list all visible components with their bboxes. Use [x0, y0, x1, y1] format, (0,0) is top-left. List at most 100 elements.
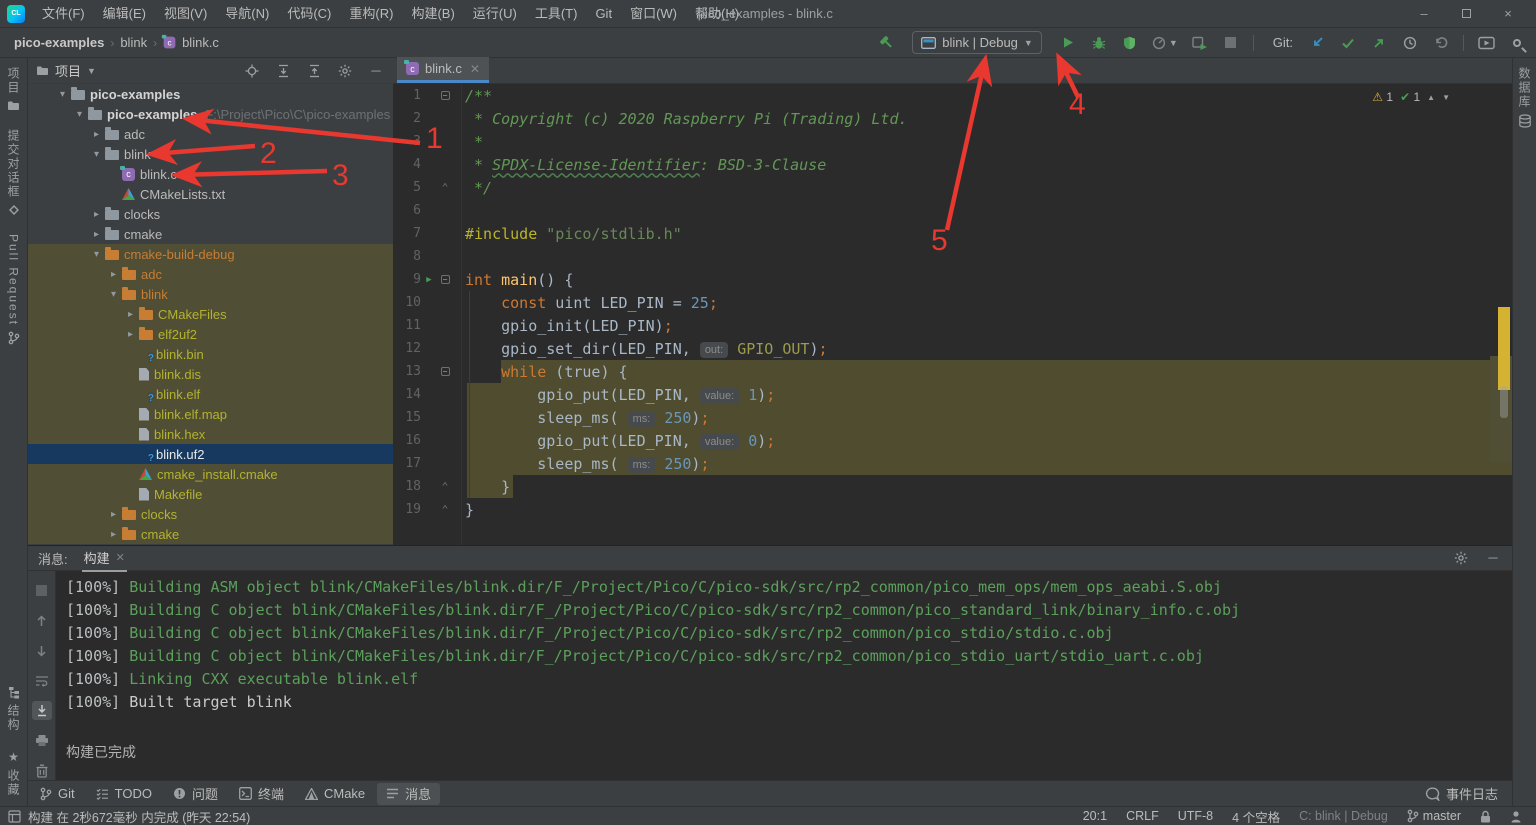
code-line-15[interactable]: 15 sleep_ms( ms: 250); [393, 406, 1512, 429]
chevron-right-icon[interactable]: ▸ [122, 309, 139, 320]
code-line-14[interactable]: 14 gpio_put(LED_PIN, value: 1); [393, 383, 1512, 406]
chevron-right-icon[interactable]: ▸ [122, 329, 139, 340]
code-line-10[interactable]: 10 const uint LED_PIN = 25; [393, 291, 1512, 314]
tab-blink-c[interactable]: c blink.c ✕ [397, 57, 489, 83]
fold-end-icon[interactable]: ⌃ [437, 181, 453, 194]
fold-start-icon[interactable]: − [437, 275, 453, 285]
tree-item-blink.dis[interactable]: blink.dis [28, 364, 393, 384]
code-line-3[interactable]: 3 * [393, 130, 1512, 153]
code-line-9[interactable]: 9▶−int main() { [393, 268, 1512, 291]
fold-start-icon[interactable]: − [437, 91, 453, 101]
run-line-icon[interactable]: ▶ [421, 275, 437, 285]
chevron-right-icon[interactable]: ▸ [88, 209, 105, 220]
menu-item-0[interactable]: 文件(F) [33, 0, 94, 28]
menu-item-6[interactable]: 构建(B) [402, 0, 463, 28]
next-message-button[interactable] [32, 641, 52, 660]
tree-item-elf2uf2[interactable]: ▸elf2uf2 [28, 324, 393, 344]
tree-item-pico-examples[interactable]: ▾pico-examplesF:\Project\Pico\C\pico-exa… [28, 104, 393, 124]
tree-item-CMakeLists.txt[interactable]: CMakeLists.txt [28, 184, 393, 204]
run-button[interactable] [1059, 32, 1077, 54]
status-item-master[interactable]: master [1407, 809, 1461, 823]
prev-message-button[interactable] [32, 611, 52, 630]
stripe-item-Pull Request[interactable]: Pull Request [7, 225, 21, 354]
menu-item-4[interactable]: 代码(C) [278, 0, 340, 28]
tree-item-clocks[interactable]: ▸clocks [28, 504, 393, 524]
hide-build-panel-button[interactable]: ─ [1484, 547, 1502, 569]
tree-item-blink.bin[interactable]: ?blink.bin [28, 344, 393, 364]
stripe-item-收藏[interactable]: ★收藏 [5, 741, 22, 806]
status-item-C: blink | Debug[interactable]: C: blink | Debug [1299, 809, 1388, 823]
build-settings-button[interactable] [1452, 547, 1470, 569]
tree-item-adc[interactable]: ▸adc [28, 264, 393, 284]
stop-button[interactable] [1222, 32, 1240, 54]
scrollbar-thumb[interactable] [1500, 386, 1508, 418]
fold-end-icon[interactable]: ⌃ [437, 480, 453, 493]
run-configuration-select[interactable]: blink | Debug ▼ [912, 31, 1042, 54]
chevron-down-icon[interactable]: ▾ [88, 149, 105, 160]
scroll-to-end-button[interactable] [32, 701, 52, 720]
code-line-16[interactable]: 16 gpio_put(LED_PIN, value: 0); [393, 429, 1512, 452]
toolwindow-button-CMake[interactable]: CMake [296, 783, 374, 805]
close-button[interactable]: × [1502, 8, 1514, 20]
toolwindow-button-问题[interactable]: 问题 [164, 783, 227, 805]
status-item-lock-icon[interactable] [1480, 810, 1491, 823]
coverage-button[interactable] [1121, 32, 1139, 54]
code-line-17[interactable]: 17 sleep_ms( ms: 250); [393, 452, 1512, 475]
toolwindow-button-TODO[interactable]: TODO [87, 783, 161, 805]
tree-item-adc[interactable]: ▸adc [28, 124, 393, 144]
status-item-20:1[interactable]: 20:1 [1083, 809, 1107, 823]
chevron-down-icon[interactable]: ▾ [54, 89, 71, 100]
status-item-inspections-profile-icon[interactable] [1510, 810, 1522, 823]
breadcrumb-item-1[interactable]: blink [120, 35, 147, 50]
code-line-5[interactable]: 5⌃ */ [393, 176, 1512, 199]
run-anything-button[interactable] [1477, 32, 1495, 54]
clear-all-button[interactable] [32, 761, 52, 780]
stripe-item-项目[interactable]: 项目 [5, 58, 22, 120]
menu-item-5[interactable]: 重构(R) [340, 0, 402, 28]
status-item-4 个空格[interactable]: 4 个空格 [1232, 807, 1280, 825]
panel-settings-button[interactable] [336, 60, 354, 82]
build-hammer-button[interactable] [877, 32, 895, 54]
code-line-4[interactable]: 4 * SPDX-License-Identifier: BSD-3-Claus… [393, 153, 1512, 176]
menu-item-1[interactable]: 编辑(E) [94, 0, 155, 28]
chevron-right-icon[interactable]: ▸ [105, 509, 122, 520]
history-button[interactable] [1401, 32, 1419, 54]
git-push-button[interactable] [1370, 32, 1388, 54]
tree-item-clocks[interactable]: ▸clocks [28, 204, 393, 224]
minimize-button[interactable]: – [1418, 8, 1430, 20]
code-line-6[interactable]: 6 [393, 199, 1512, 222]
code-line-7[interactable]: 7#include "pico/stdlib.h" [393, 222, 1512, 245]
inspections-widget[interactable]: ⚠ 1 ✔ 1 ▲ ▼ [1372, 90, 1450, 104]
status-item-UTF-8[interactable]: UTF-8 [1178, 809, 1213, 823]
chevron-right-icon[interactable]: ▸ [88, 229, 105, 240]
collapse-all-button[interactable] [305, 60, 323, 82]
rollback-button[interactable] [1432, 32, 1450, 54]
status-item-CRLF[interactable]: CRLF [1126, 809, 1159, 823]
build-console[interactable]: [100%] Building ASM object blink/CMakeFi… [66, 576, 1508, 780]
tree-item-blink.elf[interactable]: ?blink.elf [28, 384, 393, 404]
tree-item-CMakeFiles[interactable]: ▸CMakeFiles [28, 304, 393, 324]
menu-item-9[interactable]: Git [586, 0, 621, 28]
tree-item-cmake[interactable]: ▸cmake [28, 224, 393, 244]
tree-item-blink[interactable]: ▾blink [28, 284, 393, 304]
close-tab-icon[interactable]: ✕ [116, 551, 125, 564]
tree-item-cmake[interactable]: ▸cmake [28, 524, 393, 544]
git-update-button[interactable] [1308, 32, 1326, 54]
menu-item-10[interactable]: 窗口(W) [621, 0, 686, 28]
profiler-button[interactable]: ▼ [1152, 32, 1178, 54]
code-line-13[interactable]: 13− while (true) { [393, 360, 1512, 383]
restore-button[interactable] [1460, 8, 1472, 20]
fold-end-icon[interactable]: ⌃ [437, 503, 453, 516]
menu-item-3[interactable]: 导航(N) [216, 0, 278, 28]
code-line-18[interactable]: 18⌃ } [393, 475, 1512, 498]
menu-item-7[interactable]: 运行(U) [464, 0, 526, 28]
stop-output-button[interactable] [32, 581, 52, 600]
tree-item-cmake_install.cmake[interactable]: cmake_install.cmake [28, 464, 393, 484]
chevron-down-icon[interactable]: ▾ [71, 109, 88, 120]
print-button[interactable] [32, 731, 52, 750]
menu-item-8[interactable]: 工具(T) [526, 0, 587, 28]
git-commit-button[interactable] [1339, 32, 1357, 54]
tree-item-Makefile[interactable]: Makefile [28, 484, 393, 504]
tree-item-blink.c[interactable]: cblink.c [28, 164, 393, 184]
project-panel-title[interactable]: 项目 [55, 61, 81, 80]
